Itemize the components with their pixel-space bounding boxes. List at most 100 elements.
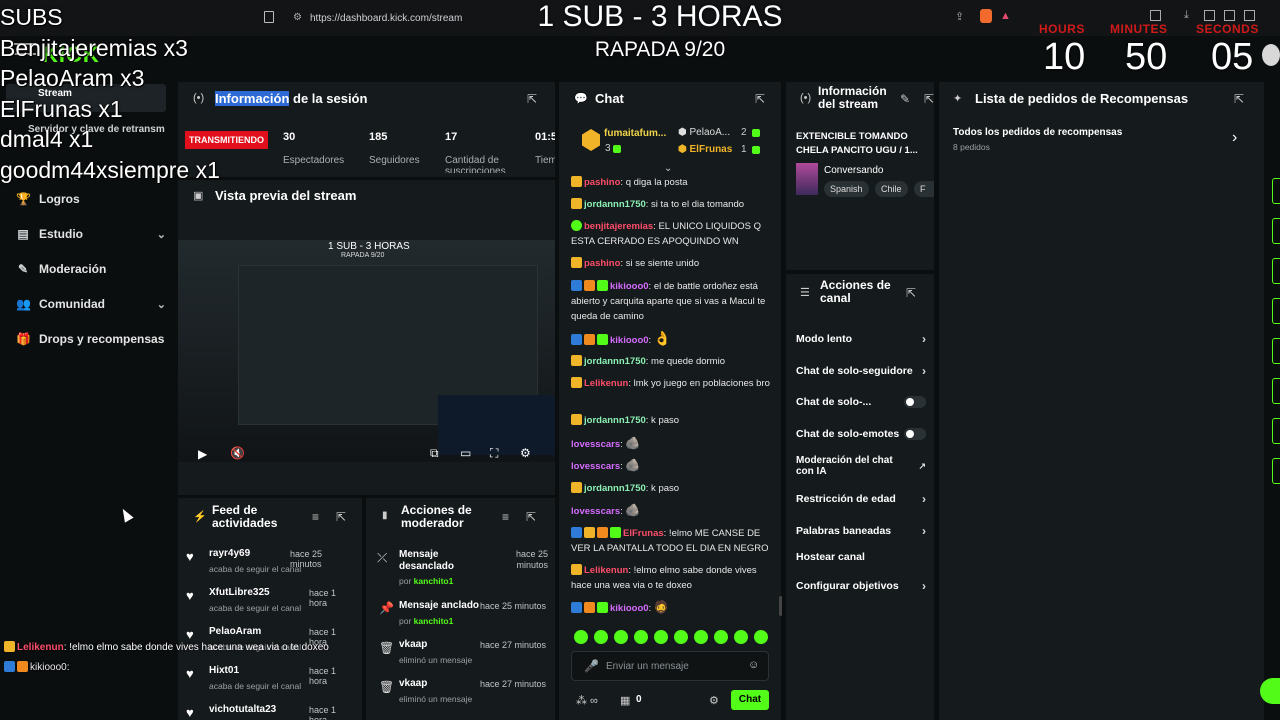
chat-input[interactable]: 🎤 Enviar un mensaje ☺ (571, 651, 769, 681)
emote-icon[interactable] (754, 630, 768, 644)
rail-button[interactable] (1272, 218, 1280, 244)
chat-username[interactable]: Lelikenun (584, 565, 628, 576)
emote-icon[interactable] (574, 630, 588, 644)
whatsapp-chat-icon[interactable] (1260, 678, 1280, 704)
emote-icon[interactable] (714, 630, 728, 644)
emotes-only-toggle[interactable] (904, 428, 926, 440)
pip-icon[interactable]: ⧉ (430, 446, 439, 461)
rail-button[interactable] (1272, 258, 1280, 284)
chat-scrollbar[interactable] (779, 596, 782, 616)
sidebar-item-achievements[interactable]: 🏆 Logros (16, 188, 166, 210)
stream-preview-video[interactable]: 1 SUB - 3 HORAS RAPADA 9/20 ▶ 🔇 ⧉ ▭ ⛶ ⚙ (178, 240, 555, 462)
mute-icon[interactable]: 🔇 (230, 446, 245, 460)
settings-gear-icon[interactable]: ⚙ (520, 446, 531, 460)
rail-button[interactable] (1272, 298, 1280, 324)
popout-icon[interactable]: ⇱ (526, 510, 536, 524)
emote-icon[interactable] (614, 630, 628, 644)
emote-icon[interactable] (634, 630, 648, 644)
chat-username[interactable]: jordannn1750 (584, 356, 646, 367)
theater-icon[interactable]: ▭ (460, 446, 471, 460)
category-thumbnail[interactable] (796, 163, 818, 195)
emote-icon[interactable] (674, 630, 688, 644)
feed-item-name[interactable]: rayr4y69 (209, 548, 250, 559)
action-host-channel[interactable]: Hostear canal (796, 551, 926, 563)
popout-icon[interactable]: ⇱ (1234, 92, 1244, 106)
popout-icon[interactable]: ⇱ (527, 92, 537, 106)
category-name[interactable]: Conversando (824, 165, 883, 176)
expand-gifters-icon[interactable]: ⌄ (664, 163, 672, 174)
tag-chip[interactable]: F (914, 181, 934, 197)
feed-item-name[interactable]: XfutLibre325 (209, 587, 270, 598)
share-icon[interactable]: ⇪ (955, 10, 964, 23)
action-ai-moderation[interactable]: Moderación del chat con IA ↗ (796, 455, 926, 477)
chat-settings-icon[interactable]: ⚙ (709, 694, 719, 707)
filter-icon[interactable]: ≡ (312, 510, 319, 524)
popout-icon[interactable]: ⇱ (755, 92, 765, 106)
extensions-icon[interactable] (1150, 10, 1161, 21)
chat-username[interactable]: pashino (584, 258, 620, 269)
action-emotes-only[interactable]: Chat de solo-emotes (796, 428, 926, 440)
mod-action-label[interactable]: vkaap (399, 639, 427, 650)
chat-username[interactable]: lovesscars (571, 439, 620, 450)
profile-icon[interactable] (1244, 10, 1255, 21)
fullscreen-icon[interactable]: ⛶ (490, 446, 498, 461)
microphone-icon[interactable]: 🎤 (584, 659, 599, 673)
action-subs-only[interactable]: Chat de solo-... (796, 396, 926, 408)
filter-icon[interactable]: ≡ (502, 510, 509, 524)
user-avatar[interactable] (1262, 44, 1280, 66)
download-icon[interactable]: ⤓ (1184, 9, 1189, 22)
all-rewards-link[interactable]: Todos los pedidos de recompensas 8 pedid… (953, 127, 1249, 157)
edit-pencil-icon[interactable]: ✎ (900, 92, 910, 106)
rail-button[interactable] (1272, 458, 1280, 484)
chat-username[interactable]: jordannn1750 (584, 415, 646, 426)
mod-action-moderator[interactable]: kanchito1 (414, 576, 454, 586)
chat-username[interactable]: benjitajeremias (584, 221, 653, 232)
channel-points-icon[interactable]: ⁂ ∞ (576, 694, 598, 707)
action-banned-words[interactable]: Palabras baneadas › (796, 524, 926, 538)
brave-shield-icon[interactable] (980, 9, 992, 23)
store-icon[interactable]: ▦ (620, 694, 630, 707)
sidebar-item-studio[interactable]: ▤ Estudio ⌄ (16, 223, 166, 245)
chat-username[interactable]: kikiooo0 (610, 603, 649, 614)
mod-action-moderator[interactable]: kanchito1 (414, 616, 454, 626)
rail-button[interactable] (1272, 338, 1280, 364)
sidebar-item-drops[interactable]: 🎁 Drops y recompensas (16, 328, 166, 350)
emote-icon[interactable] (654, 630, 668, 644)
top-gifter-name[interactable]: fumaitafum... (604, 128, 666, 139)
sidebar-item-moderation[interactable]: ✎ Moderación (16, 258, 166, 280)
action-followers-only[interactable]: Chat de solo-seguidore › (796, 364, 926, 378)
chat-username[interactable]: kikiooo0 (610, 335, 649, 346)
chat-username[interactable]: ElFrunas (623, 528, 664, 539)
popout-icon[interactable]: ⇱ (924, 92, 934, 106)
emote-icon[interactable] (594, 630, 608, 644)
feed-item-name[interactable]: vichotutalta23 (209, 704, 276, 715)
brave-rewards-icon[interactable]: ▲ (1000, 10, 1011, 22)
emote-icon[interactable] (734, 630, 748, 644)
bookmark-icon[interactable] (264, 11, 274, 23)
chat-username[interactable]: jordannn1750 (584, 199, 646, 210)
feed-item-name[interactable]: PelaoAram (209, 626, 261, 637)
chat-username[interactable]: lovesscars (571, 461, 620, 472)
action-age-restriction[interactable]: Restricción de edad › (796, 492, 926, 506)
wallet-icon[interactable] (1224, 10, 1235, 21)
action-slow-mode[interactable]: Modo lento › (796, 332, 926, 346)
chat-send-button[interactable]: Chat (731, 690, 769, 710)
chat-username[interactable]: pashino (584, 177, 620, 188)
rail-button[interactable] (1272, 178, 1280, 204)
rail-button[interactable] (1272, 418, 1280, 444)
subs-only-toggle[interactable] (904, 396, 926, 408)
popout-icon[interactable]: ⇱ (906, 286, 916, 300)
tag-chip[interactable]: Spanish (824, 181, 869, 197)
emote-icon[interactable] (694, 630, 708, 644)
sidebar-item-community[interactable]: 👥 Comunidad ⌄ (16, 293, 166, 315)
mod-action-label[interactable]: vkaap (399, 678, 427, 689)
chat-username[interactable]: jordannn1750 (584, 483, 646, 494)
emoji-picker-icon[interactable]: ☺ (748, 659, 759, 671)
top-gifter-3[interactable]: ⬢ ElFrunas (678, 144, 732, 155)
play-icon[interactable]: ▶ (198, 447, 207, 461)
sidebar-toggle-icon[interactable] (1204, 10, 1215, 21)
site-settings-icon[interactable]: ⚙ (293, 12, 302, 23)
feed-item-name[interactable]: Hixt01 (209, 665, 239, 676)
popout-icon[interactable]: ⇱ (336, 510, 346, 524)
action-goals[interactable]: Configurar objetivos › (796, 579, 926, 593)
